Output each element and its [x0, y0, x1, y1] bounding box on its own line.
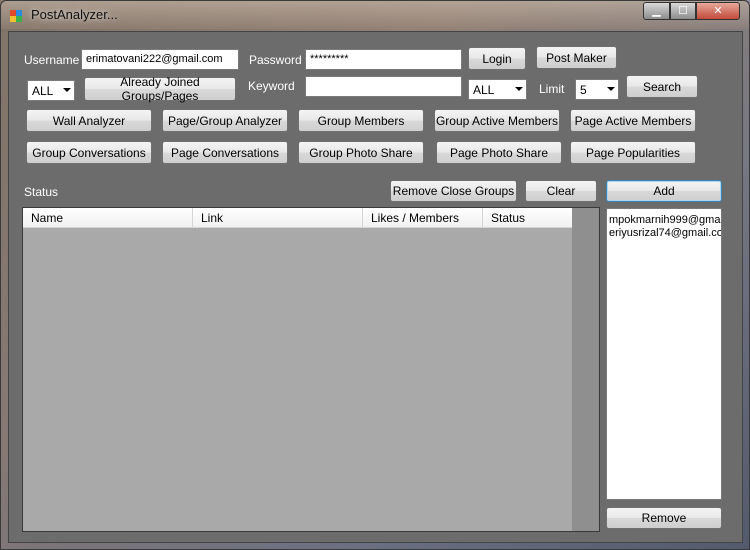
page-active-members-button[interactable]: Page Active Members [570, 109, 696, 132]
accounts-list[interactable]: mpokmarnih999@gmail. eriyusrizal74@gmail… [606, 208, 722, 500]
group-members-button[interactable]: Group Members [298, 109, 424, 132]
status-label: Status [24, 185, 59, 199]
minimize-icon: ▁ [652, 5, 661, 17]
list-item[interactable]: mpokmarnih999@gmail. [609, 214, 721, 227]
chevron-down-icon [515, 87, 523, 91]
clear-button[interactable]: Clear [525, 180, 597, 202]
limit-label: Limit [539, 82, 565, 96]
login-button[interactable]: Login [468, 47, 526, 70]
group-active-members-button[interactable]: Group Active Members [434, 109, 560, 132]
close-icon: ✕ [713, 5, 723, 17]
results-grid[interactable]: Name Link Likes / Members Status [22, 207, 600, 532]
chevron-down-icon [607, 87, 615, 91]
grid-header: Name Link Likes / Members Status [23, 208, 573, 228]
remove-close-groups-button[interactable]: Remove Close Groups [390, 180, 517, 202]
password-field[interactable]: ********* [305, 49, 462, 70]
limit-select[interactable]: 5 [575, 79, 619, 100]
page-conversations-button[interactable]: Page Conversations [162, 141, 288, 164]
maximize-button[interactable]: ☐ [670, 2, 696, 20]
scope-select[interactable]: ALL [27, 80, 75, 101]
page-photo-share-button[interactable]: Page Photo Share [436, 141, 562, 164]
window-title: PostAnalyzer... [31, 7, 118, 22]
minimize-button[interactable]: ▁ [643, 2, 670, 20]
password-label: Password [249, 53, 302, 67]
type-select-value: ALL [473, 83, 495, 97]
vertical-scrollbar[interactable] [572, 208, 599, 531]
add-button[interactable]: Add [606, 180, 722, 202]
page-popularities-button[interactable]: Page Popularities [570, 141, 696, 164]
limit-select-value: 5 [580, 83, 587, 97]
page-group-analyzer-button[interactable]: Page/Group Analyzer [162, 109, 288, 132]
title-bar: PostAnalyzer... ▁ ☐ ✕ [1, 1, 749, 29]
column-header-link[interactable]: Link [193, 208, 363, 228]
post-maker-button[interactable]: Post Maker [536, 46, 617, 69]
column-header-likes-members[interactable]: Likes / Members [363, 208, 483, 228]
chevron-down-icon [63, 88, 71, 92]
type-select[interactable]: ALL [468, 79, 527, 100]
app-icon [10, 10, 22, 22]
list-item[interactable]: eriyusrizal74@gmail.com [609, 227, 721, 240]
main-window: PostAnalyzer... ▁ ☐ ✕ Username erimatova… [0, 0, 750, 550]
column-header-status[interactable]: Status [483, 208, 573, 228]
username-field[interactable]: erimatovani222@gmail.com [81, 49, 239, 70]
username-label: Username [24, 53, 80, 67]
keyword-label: Keyword [248, 79, 295, 93]
search-button[interactable]: Search [626, 75, 698, 98]
column-header-name[interactable]: Name [23, 208, 193, 228]
already-joined-button[interactable]: Already Joined Groups/Pages [84, 75, 236, 103]
maximize-icon: ☐ [678, 5, 688, 17]
remove-button[interactable]: Remove [606, 507, 722, 529]
group-photo-share-button[interactable]: Group Photo Share [298, 141, 424, 164]
group-conversations-button[interactable]: Group Conversations [26, 141, 152, 164]
close-button[interactable]: ✕ [696, 2, 740, 20]
wall-analyzer-button[interactable]: Wall Analyzer [26, 109, 152, 132]
client-area: Username erimatovani222@gmail.com Passwo… [8, 31, 743, 543]
keyword-field[interactable] [305, 76, 462, 97]
scope-select-value: ALL [32, 84, 54, 98]
